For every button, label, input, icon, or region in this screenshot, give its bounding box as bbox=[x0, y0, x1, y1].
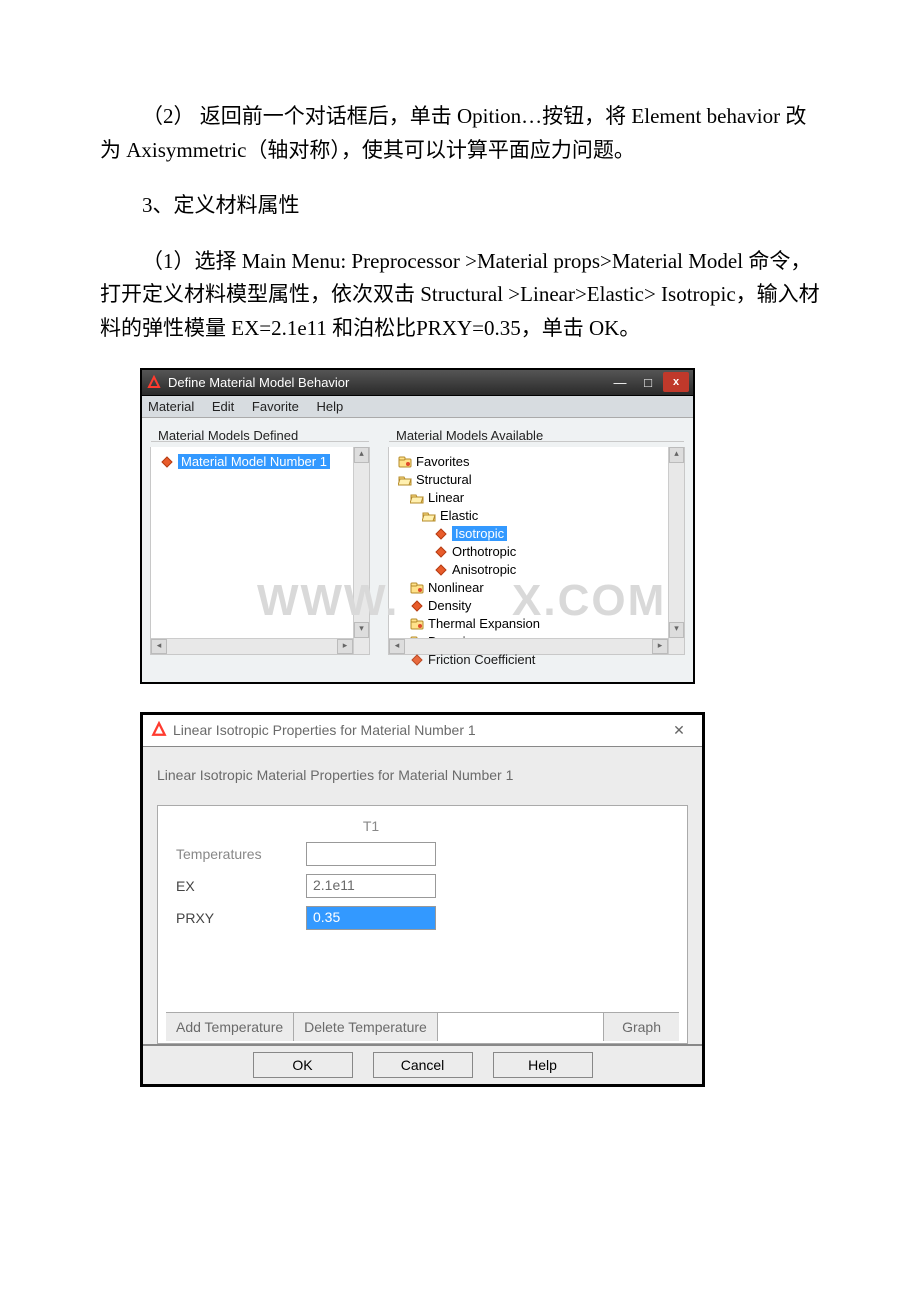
material-behavior-window: Define Material Model Behavior — □ x Mat… bbox=[140, 368, 695, 684]
cancel-button[interactable]: Cancel bbox=[373, 1052, 473, 1078]
scrollbar-vertical[interactable]: ▴ ▾ bbox=[668, 447, 684, 654]
ansys-logo-icon bbox=[146, 374, 162, 390]
section-3-heading: 3、定义材料属性 bbox=[100, 189, 820, 223]
tree-linear[interactable]: Linear bbox=[393, 489, 680, 507]
scrollbar-horizontal[interactable]: ◂ ▸ bbox=[389, 638, 668, 654]
row-label-temperatures: Temperatures bbox=[166, 838, 296, 870]
scroll-left-icon[interactable]: ◂ bbox=[151, 639, 167, 654]
tree-structural-label: Structural bbox=[416, 472, 472, 487]
row-label-prxy: PRXY bbox=[166, 902, 296, 934]
close-button[interactable]: x bbox=[663, 372, 689, 392]
tree-nonlinear-label: Nonlinear bbox=[428, 580, 484, 595]
menu-edit[interactable]: Edit bbox=[212, 399, 234, 414]
minimize-button[interactable]: — bbox=[607, 372, 633, 392]
menu-material[interactable]: Material bbox=[148, 399, 194, 414]
tree-isotropic-label: Isotropic bbox=[452, 526, 507, 541]
dialog-title: Linear Isotropic Properties for Material… bbox=[173, 722, 476, 738]
diamond-icon bbox=[409, 653, 425, 667]
diamond-icon bbox=[433, 563, 449, 577]
scroll-up-icon[interactable]: ▴ bbox=[669, 447, 684, 463]
tree-density-label: Density bbox=[428, 598, 471, 613]
scrollbar-vertical[interactable]: ▴ ▾ bbox=[353, 447, 369, 654]
tree-anisotropic[interactable]: Anisotropic bbox=[393, 561, 680, 579]
temperatures-input[interactable] bbox=[306, 842, 436, 866]
column-header-t1: T1 bbox=[296, 814, 446, 838]
delete-temperature-button[interactable]: Delete Temperature bbox=[294, 1013, 438, 1041]
menu-help[interactable]: Help bbox=[317, 399, 344, 414]
scroll-right-icon[interactable]: ▸ bbox=[337, 639, 353, 654]
available-models-panel: Material Models Available Favorites Stru… bbox=[388, 428, 685, 658]
tree-orthotropic[interactable]: Orthotropic bbox=[393, 543, 680, 561]
dialog-subtitle: Linear Isotropic Material Properties for… bbox=[157, 767, 688, 783]
ex-input[interactable]: 2.1e11 bbox=[306, 874, 436, 898]
tree-elastic-label: Elastic bbox=[440, 508, 478, 523]
scroll-right-icon[interactable]: ▸ bbox=[652, 639, 668, 654]
ansys-logo-icon bbox=[151, 721, 167, 740]
titlebar: Define Material Model Behavior — □ x bbox=[142, 370, 693, 396]
tree-isotropic[interactable]: Isotropic bbox=[393, 525, 680, 543]
folder-fav-icon bbox=[397, 455, 413, 469]
isotropic-properties-dialog: Linear Isotropic Properties for Material… bbox=[140, 712, 705, 1087]
window-title: Define Material Model Behavior bbox=[168, 375, 607, 390]
scroll-down-icon[interactable]: ▾ bbox=[669, 622, 684, 638]
prxy-input[interactable]: 0.35 bbox=[306, 906, 436, 930]
help-button[interactable]: Help bbox=[493, 1052, 593, 1078]
folder-icon bbox=[409, 617, 425, 631]
tree-thermal[interactable]: Thermal Expansion bbox=[393, 615, 680, 633]
tree-nonlinear[interactable]: Nonlinear bbox=[393, 579, 680, 597]
row-label-ex: EX bbox=[166, 870, 296, 902]
diamond-icon bbox=[433, 527, 449, 541]
paragraph-2: （2） 返回前一个对话框后，单击 Opition…按钮，将 Element be… bbox=[100, 100, 820, 167]
diamond-icon bbox=[409, 599, 425, 613]
menu-favorite[interactable]: Favorite bbox=[252, 399, 299, 414]
scroll-down-icon[interactable]: ▾ bbox=[354, 622, 369, 638]
tree-linear-label: Linear bbox=[428, 490, 464, 505]
ok-button[interactable]: OK bbox=[253, 1052, 353, 1078]
folder-open-icon bbox=[409, 491, 425, 505]
add-temperature-button[interactable]: Add Temperature bbox=[166, 1013, 294, 1041]
diamond-icon bbox=[433, 545, 449, 559]
scrollbar-horizontal[interactable]: ◂ ▸ bbox=[151, 638, 353, 654]
dialog-close-button[interactable]: ✕ bbox=[664, 722, 694, 739]
tree-density[interactable]: Density bbox=[393, 597, 680, 615]
tree-orthotropic-label: Orthotropic bbox=[452, 544, 516, 559]
maximize-button[interactable]: □ bbox=[635, 372, 661, 392]
diamond-icon bbox=[159, 455, 175, 469]
tree-structural[interactable]: Structural bbox=[393, 471, 680, 489]
dialog-titlebar: Linear Isotropic Properties for Material… bbox=[143, 715, 702, 747]
menubar: Material Edit Favorite Help bbox=[142, 396, 693, 418]
tree-thermal-label: Thermal Expansion bbox=[428, 616, 540, 631]
tree-friction-label: Friction Coefficient bbox=[428, 652, 535, 667]
scroll-left-icon[interactable]: ◂ bbox=[389, 639, 405, 654]
defined-models-panel: Material Models Defined Material Model N… bbox=[150, 428, 370, 658]
paragraph-3-1: （1）选择 Main Menu: Preprocessor >Material … bbox=[100, 245, 820, 346]
scroll-up-icon[interactable]: ▴ bbox=[354, 447, 369, 463]
folder-open-icon bbox=[397, 473, 413, 487]
graph-button[interactable]: Graph bbox=[603, 1013, 679, 1041]
folder-icon bbox=[409, 581, 425, 595]
tree-favorites-label: Favorites bbox=[416, 454, 469, 469]
material-model-item[interactable]: Material Model Number 1 bbox=[155, 453, 365, 471]
tree-anisotropic-label: Anisotropic bbox=[452, 562, 516, 577]
tree-favorites[interactable]: Favorites bbox=[393, 453, 680, 471]
folder-open-icon bbox=[421, 509, 437, 523]
tree-elastic[interactable]: Elastic bbox=[393, 507, 680, 525]
material-model-label: Material Model Number 1 bbox=[178, 454, 330, 469]
